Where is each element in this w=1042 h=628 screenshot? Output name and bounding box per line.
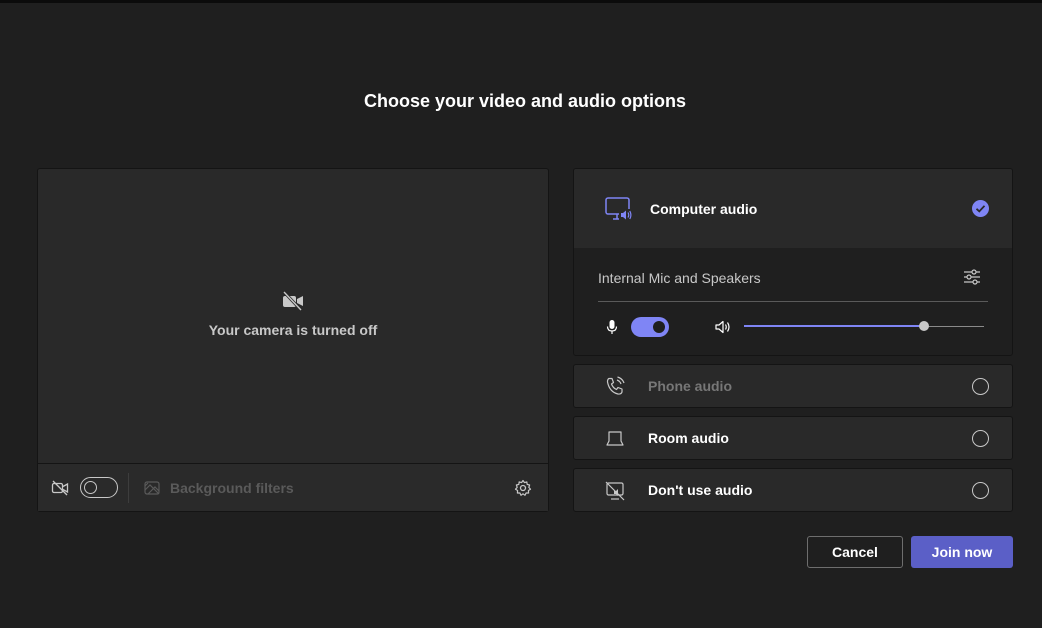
audio-device-label: Internal Mic and Speakers [598, 270, 761, 286]
room-audio-icon [606, 431, 624, 446]
camera-off-icon [282, 291, 303, 311]
device-divider [598, 301, 988, 302]
join-now-button[interactable]: Join now [911, 536, 1013, 568]
gear-icon[interactable] [514, 479, 532, 497]
phone-audio-option[interactable]: Phone audio [573, 364, 1013, 408]
room-audio-option[interactable]: Room audio [573, 416, 1013, 460]
video-preview-panel: Your camera is turned off Background fil… [37, 168, 549, 512]
toggle-knob [653, 321, 665, 333]
cancel-button[interactable]: Cancel [807, 536, 903, 568]
video-preview: Your camera is turned off [38, 169, 548, 463]
computer-audio-icon [605, 197, 632, 221]
volume-slider-thumb[interactable] [919, 321, 929, 331]
no-audio-label: Don't use audio [648, 482, 753, 498]
volume-slider-fill [744, 325, 924, 327]
background-filters-button[interactable]: Background filters [170, 480, 294, 496]
video-toolbar: Background filters [38, 463, 548, 511]
microphone-icon [606, 320, 618, 334]
background-filters-icon [144, 481, 160, 495]
speaker-icon [715, 320, 730, 334]
phone-audio-icon [606, 376, 625, 395]
computer-audio-card: Computer audio Internal Mic and Speakers [573, 168, 1013, 356]
room-audio-label: Room audio [648, 430, 729, 446]
page-title: Choose your video and audio options [363, 91, 686, 111]
camera-off-message: Your camera is turned off [208, 322, 378, 338]
microphone-toggle[interactable] [631, 317, 669, 337]
device-settings-icon[interactable] [963, 268, 981, 286]
no-audio-radio[interactable] [972, 482, 989, 499]
phone-audio-radio[interactable] [972, 378, 989, 395]
selected-check-icon [972, 200, 989, 217]
top-bar [0, 0, 1042, 3]
camera-off-icon [51, 480, 69, 496]
no-audio-option[interactable]: Don't use audio [573, 468, 1013, 512]
toolbar-divider [128, 473, 129, 503]
toggle-knob [84, 481, 97, 494]
no-audio-icon [605, 481, 625, 501]
phone-audio-label: Phone audio [648, 378, 732, 394]
room-audio-radio[interactable] [972, 430, 989, 447]
camera-toggle[interactable] [80, 477, 118, 498]
computer-audio-option[interactable]: Computer audio [574, 169, 1012, 248]
computer-audio-label: Computer audio [650, 201, 758, 217]
